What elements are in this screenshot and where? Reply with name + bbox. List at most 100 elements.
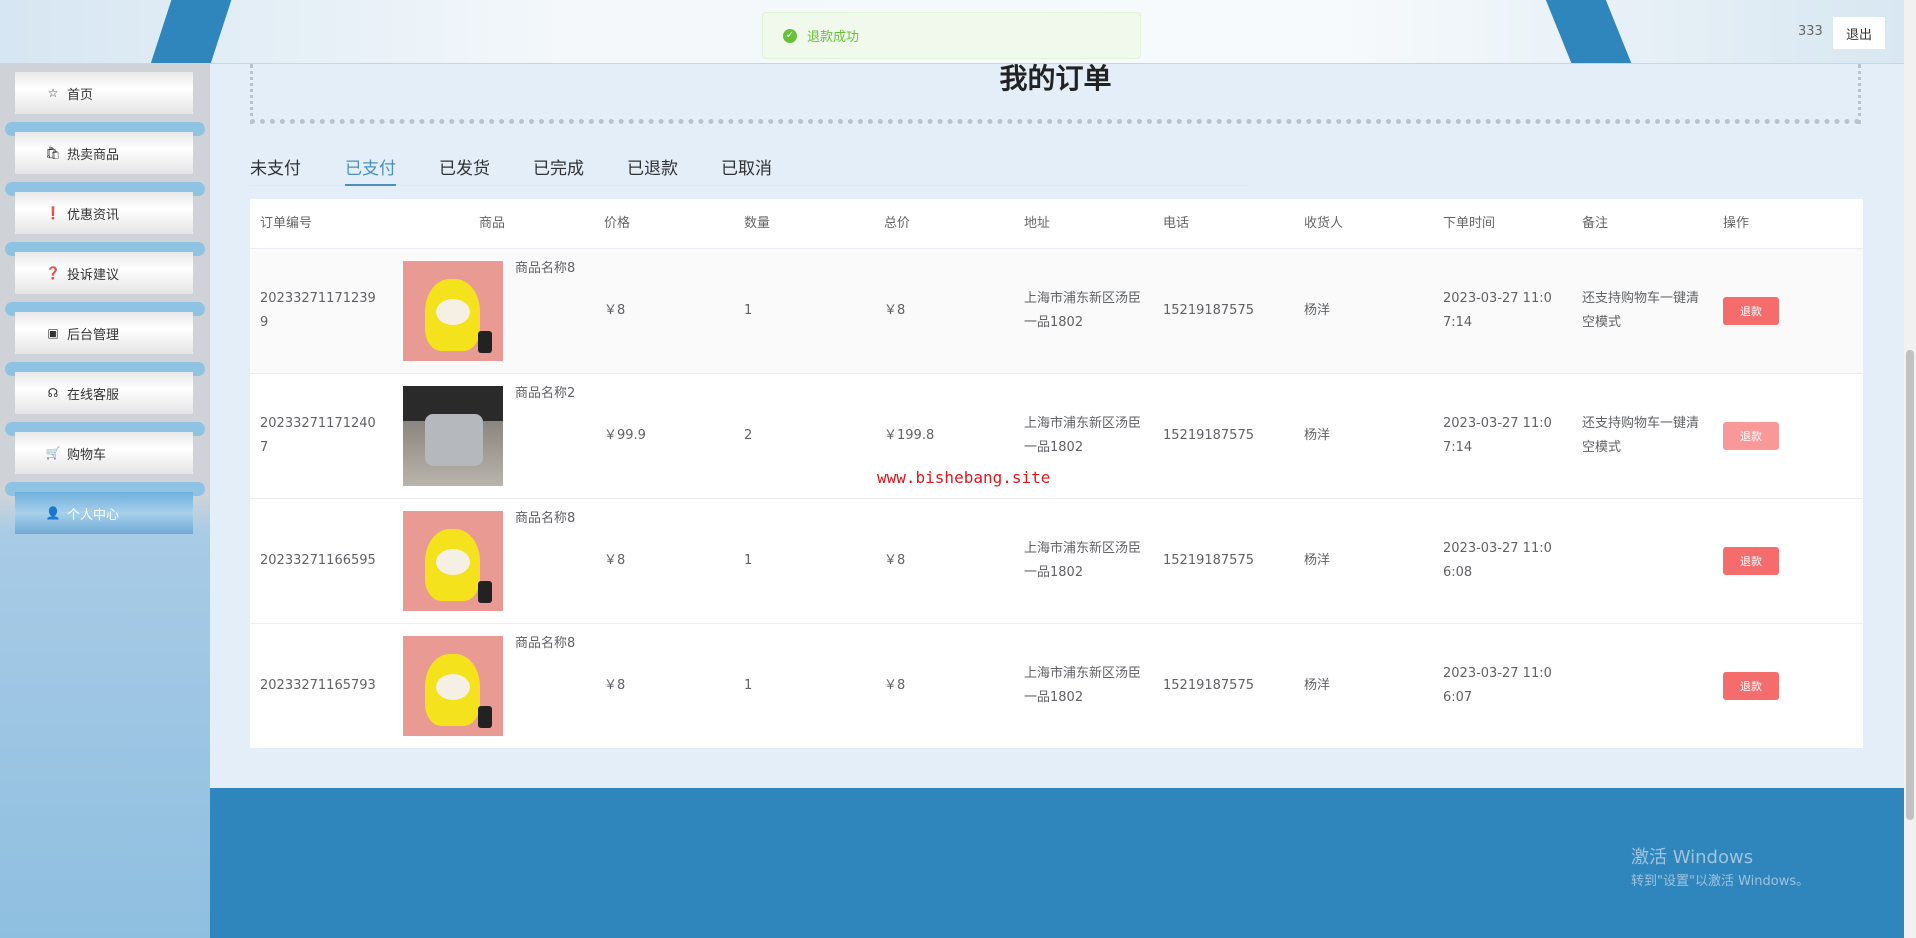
product-name[interactable]: 商品名称8 — [515, 507, 575, 531]
cell-address: 上海市浦东新区汤臣一品1802 — [1024, 291, 1142, 330]
column-header: 订单编号 — [260, 216, 313, 231]
tab-3[interactable]: 已完成 — [533, 154, 584, 186]
table-row: 商品名称8 20233271166595 ￥8 1 ￥8 上海市浦东新区汤臣一品1802 1… — [250, 498, 1863, 623]
cell-phone: 15219187575 — [1163, 428, 1254, 443]
cell-qty: 1 — [744, 553, 753, 568]
cell-order-no: 20233271165793 — [260, 678, 376, 693]
sidebar-item-label: 投诉建议 — [67, 267, 120, 283]
decor-stripe — [145, 0, 235, 63]
toast-message: 退款成功 — [807, 30, 860, 45]
tab-2[interactable]: 已发货 — [439, 154, 490, 186]
tab-0[interactable]: 未支付 — [250, 154, 301, 186]
column-header: 地址 — [1024, 216, 1051, 231]
sidebar-item-label: 购物车 — [67, 447, 107, 463]
username: 333 — [1798, 24, 1823, 39]
orders-table: 订单编号 商品 价格 数量 总价 地址 电话 收货人 下单时间 备注 操作 商品名称8 2023327… — [250, 199, 1863, 748]
cell-address: 上海市浦东新区汤臣一品1802 — [1024, 666, 1142, 705]
star-icon: ☆ — [47, 86, 59, 100]
refund-button[interactable]: 退款 — [1723, 672, 1779, 700]
check-circle-icon: ✓ — [783, 28, 797, 43]
cell-price: ￥8 — [604, 303, 626, 318]
cell-total: ￥8 — [884, 553, 906, 568]
decor-stripe — [1541, 0, 1639, 63]
sidebar-item-3[interactable]: ❓ 投诉建议 — [15, 252, 193, 294]
cell-receiver: 杨洋 — [1304, 428, 1331, 443]
sidebar-item-1[interactable]: 🛍 热卖商品 — [15, 132, 193, 174]
cell-note: 还支持购物车一键清空模式 — [1582, 416, 1700, 455]
scrollbar[interactable] — [1904, 0, 1916, 938]
cell-address: 上海市浦东新区汤臣一品1802 — [1024, 541, 1142, 580]
tab-4[interactable]: 已退款 — [627, 154, 678, 186]
cell-receiver: 杨洋 — [1304, 553, 1331, 568]
cell-address: 上海市浦东新区汤臣一品1802 — [1024, 416, 1142, 455]
cell-qty: 1 — [744, 303, 753, 318]
product-name[interactable]: 商品名称2 — [515, 382, 575, 406]
sidebar-item-label: 在线客服 — [67, 387, 120, 403]
cell-order-no: 20233271171239 9 — [260, 291, 376, 330]
scrollbar-thumb[interactable] — [1906, 350, 1914, 820]
windows-activation-hint: 转到"设置"以激活 Windows。 — [1631, 874, 1810, 889]
sidebar-item-5[interactable]: ☊ 在线客服 — [15, 372, 193, 414]
cell-total: ￥8 — [884, 678, 906, 693]
sidebar-item-label: 热卖商品 — [67, 147, 120, 163]
cell-price: ￥8 — [604, 553, 626, 568]
cell-qty: 1 — [744, 678, 753, 693]
bag-icon: 🛍 — [45, 146, 61, 160]
table-row: 商品名称2 20233271171240 7 ￥99.9 2 ￥199.8 上海市浦东新区… — [250, 373, 1863, 498]
cell-order-no: 20233271171240 7 — [260, 416, 376, 455]
cell-time: 2023-03-27 11:06:07 — [1443, 666, 1552, 705]
column-header: 总价 — [884, 216, 911, 231]
cell-receiver: 杨洋 — [1304, 678, 1331, 693]
cell-phone: 15219187575 — [1163, 678, 1254, 693]
cell-total: ￥8 — [884, 303, 906, 318]
product-image[interactable] — [403, 386, 503, 486]
sidebar-item-4[interactable]: ▣ 后台管理 — [15, 312, 193, 354]
logout-button[interactable]: 退出 — [1833, 17, 1885, 49]
tab-5[interactable]: 已取消 — [721, 154, 772, 186]
cell-note: 还支持购物车一键清空模式 — [1582, 291, 1700, 330]
watermark: www.bishebang.site — [877, 468, 1051, 487]
sidebar-item-label: 后台管理 — [67, 327, 120, 343]
product-name[interactable]: 商品名称8 — [515, 257, 575, 281]
dashboard-icon: ▣ — [47, 326, 59, 340]
sidebar-item-6[interactable]: 🛒 购物车 — [15, 432, 193, 474]
cell-time: 2023-03-27 11:06:08 — [1443, 541, 1552, 580]
refund-button[interactable]: 退款 — [1723, 422, 1779, 450]
cell-phone: 15219187575 — [1163, 553, 1254, 568]
table-row: 商品名称8 20233271165793 ￥8 1 ￥8 上海市浦东新区汤臣一品1802 1… — [250, 623, 1863, 748]
product-name[interactable]: 商品名称8 — [515, 632, 575, 656]
column-header: 电话 — [1163, 216, 1190, 231]
success-toast: ✓ 退款成功 — [762, 12, 1141, 59]
order-tabs: 未支付 已支付 已发货 已完成 已退款 已取消 — [250, 150, 1250, 186]
product-image[interactable] — [403, 636, 503, 736]
cell-price: ￥8 — [604, 678, 626, 693]
product-image[interactable] — [403, 261, 503, 361]
refund-button[interactable]: 退款 — [1723, 547, 1779, 575]
sidebar-item-7[interactable]: 👤 个人中心 — [15, 492, 193, 534]
column-header: 备注 — [1582, 216, 1609, 231]
refund-button[interactable]: 退款 — [1723, 297, 1779, 325]
column-header: 数量 — [744, 216, 771, 231]
cell-receiver: 杨洋 — [1304, 303, 1331, 318]
cell-total: ￥199.8 — [884, 428, 935, 443]
sidebar-item-label: 首页 — [67, 87, 94, 103]
cell-time: 2023-03-27 11:07:14 — [1443, 291, 1552, 330]
info-icon: ❗ — [45, 206, 61, 220]
title-box: 我的订单 — [250, 64, 1861, 124]
product-image[interactable] — [403, 511, 503, 611]
table-row: 商品名称8 20233271171239 9 ￥8 1 ￥8 上海市浦东新区汤臣一品180… — [250, 248, 1863, 373]
page-title: 我的订单 — [999, 62, 1112, 95]
sidebar-item-label: 个人中心 — [67, 507, 120, 523]
column-header: 收货人 — [1304, 216, 1344, 231]
tab-1[interactable]: 已支付 — [345, 154, 396, 186]
cell-time: 2023-03-27 11:07:14 — [1443, 416, 1552, 455]
windows-activation-title: 激活 Windows — [1631, 847, 1754, 868]
cell-phone: 15219187575 — [1163, 303, 1254, 318]
question-icon: ❓ — [45, 266, 61, 280]
column-header: 商品 — [479, 216, 506, 231]
sidebar-item-0[interactable]: ☆ 首页 — [15, 72, 193, 114]
user-icon: 👤 — [45, 506, 61, 520]
cart-icon: 🛒 — [45, 446, 61, 460]
column-header: 价格 — [604, 216, 631, 231]
sidebar-item-2[interactable]: ❗ 优惠资讯 — [15, 192, 193, 234]
